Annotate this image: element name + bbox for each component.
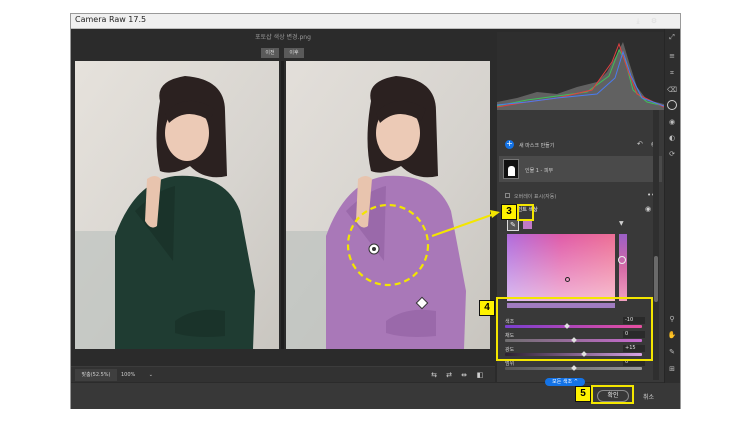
callout-5-highlight	[591, 385, 634, 404]
callout-3-highlight	[517, 204, 534, 221]
callout-3: 3	[501, 204, 517, 220]
callout-5: 5	[575, 386, 591, 402]
callout-4: 4	[479, 300, 495, 316]
callout-4-highlight	[496, 297, 653, 361]
